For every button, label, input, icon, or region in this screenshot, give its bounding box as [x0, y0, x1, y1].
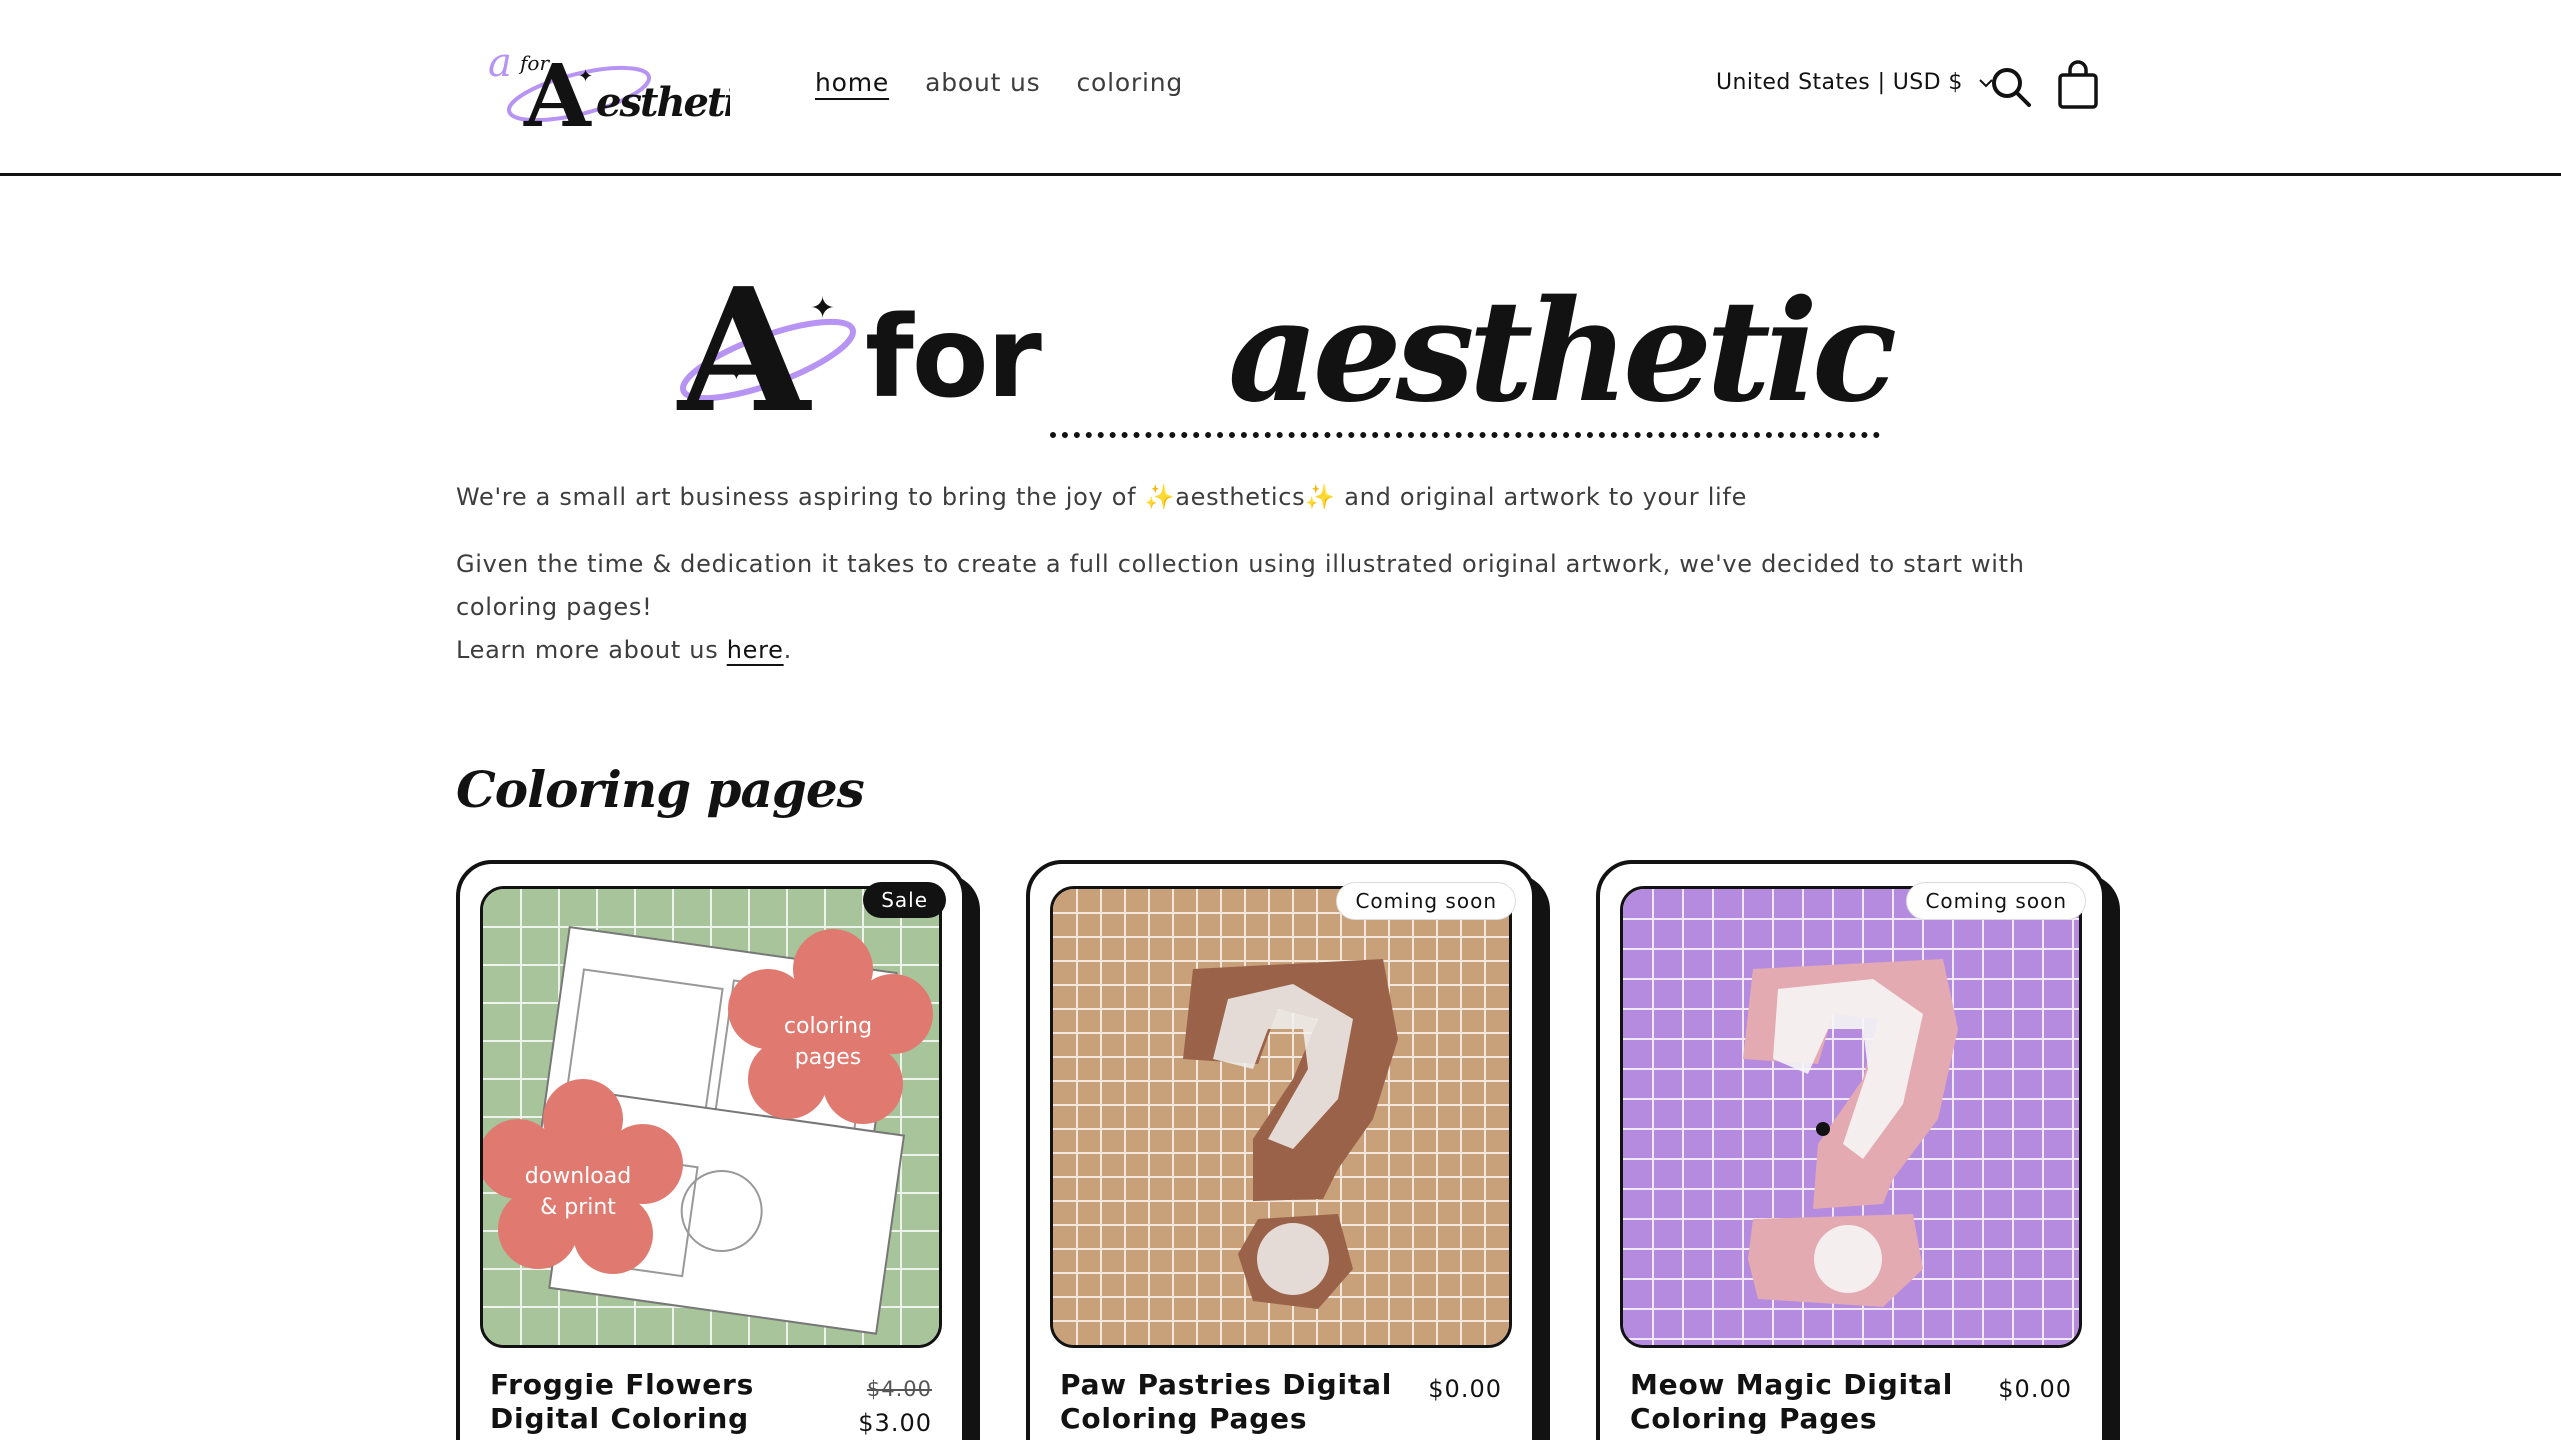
- hero-for-text: for: [865, 293, 1042, 423]
- product-price: $4.00 $3.00: [858, 1372, 932, 1440]
- sparkle-icon: ✨: [1144, 483, 1176, 511]
- nav-home[interactable]: home: [815, 68, 889, 97]
- product-image[interactable]: [1620, 886, 2082, 1348]
- svg-text:A: A: [523, 46, 592, 136]
- hero-dotted-divider: [1050, 432, 1880, 438]
- product-title[interactable]: Paw Pastries Digital Coloring Pages: [1060, 1368, 1400, 1436]
- sale-badge: Sale: [863, 882, 946, 918]
- product-image[interactable]: [1050, 886, 1512, 1348]
- product-price: $0.00: [1428, 1372, 1502, 1406]
- blob-label-download-print: download & print: [524, 1164, 632, 1220]
- main-nav: home about us coloring: [815, 68, 1183, 97]
- about-link[interactable]: here: [727, 636, 784, 664]
- locale-label: United States | USD $: [1716, 70, 1963, 95]
- site-header: a for A esthetic ✦ home about us colorin…: [0, 0, 2561, 176]
- intro-paragraph-1: We're a small art business aspiring to b…: [456, 476, 2116, 519]
- product-price: $0.00: [1998, 1372, 2072, 1406]
- price: $0.00: [1428, 1375, 1502, 1403]
- search-icon[interactable]: [1990, 66, 2032, 108]
- logo-image: a for A esthetic ✦: [488, 40, 763, 147]
- blob-label-coloring-pages: coloring pages: [783, 1014, 873, 1070]
- nav-coloring[interactable]: coloring: [1076, 68, 1183, 97]
- intro-text-a: We're a small art business aspiring to b…: [456, 483, 1145, 511]
- country-currency-selector[interactable]: United States | USD $: [1716, 70, 1995, 95]
- product-title[interactable]: Meow Magic Digital Coloring Pages: [1630, 1368, 1970, 1436]
- sparkle-icon: ✨: [1305, 483, 1336, 511]
- product-artwork: [483, 889, 939, 1345]
- coming-soon-badge: Coming soon: [1336, 882, 1516, 920]
- product-card-meow-magic[interactable]: Coming soon Meow Magic Digital Coloring …: [1596, 860, 2106, 1440]
- sale-price: $3.00: [858, 1409, 932, 1437]
- intro-text-e: Learn more about us: [456, 636, 727, 664]
- intro-paragraph-2: Given the time & dedication it takes to …: [456, 543, 2116, 672]
- product-title[interactable]: Froggie Flowers Digital Coloring Pages: [490, 1368, 830, 1440]
- site-logo[interactable]: a for A esthetic ✦: [484, 36, 763, 147]
- intro-text-f: .: [783, 636, 792, 664]
- product-artwork: [1053, 889, 1509, 1345]
- price: $0.00: [1998, 1375, 2072, 1403]
- hero-aesthetic-text: aesthetic: [1228, 270, 1897, 434]
- svg-text:✦: ✦: [810, 291, 835, 326]
- nav-about-us[interactable]: about us: [925, 68, 1040, 97]
- intro-text-d: Given the time & dedication it takes to …: [456, 550, 2025, 621]
- svg-text:a: a: [488, 40, 512, 86]
- product-card-paw-pastries[interactable]: Coming soon Paw Pastries Digital Colorin…: [1026, 860, 1536, 1440]
- product-card-froggie-flowers[interactable]: coloring pages download & print Sale Fro…: [456, 860, 966, 1440]
- svg-text:✦: ✦: [728, 361, 745, 385]
- product-image[interactable]: coloring pages download & print: [480, 886, 942, 1348]
- cart-icon[interactable]: [2056, 60, 2100, 110]
- intro-text-b: aesthetics: [1175, 483, 1306, 511]
- intro-text: We're a small art business aspiring to b…: [456, 476, 2116, 696]
- svg-text:esthetic: esthetic: [596, 79, 730, 126]
- coming-soon-badge: Coming soon: [1906, 882, 2086, 920]
- intro-text-c: and original artwork to your life: [1335, 483, 1748, 511]
- product-artwork: [1623, 889, 2079, 1345]
- hero-letter-a: A: [676, 251, 812, 450]
- original-price: $4.00: [866, 1377, 932, 1401]
- section-title: Coloring pages: [456, 760, 865, 819]
- svg-text:✦: ✦: [578, 66, 593, 87]
